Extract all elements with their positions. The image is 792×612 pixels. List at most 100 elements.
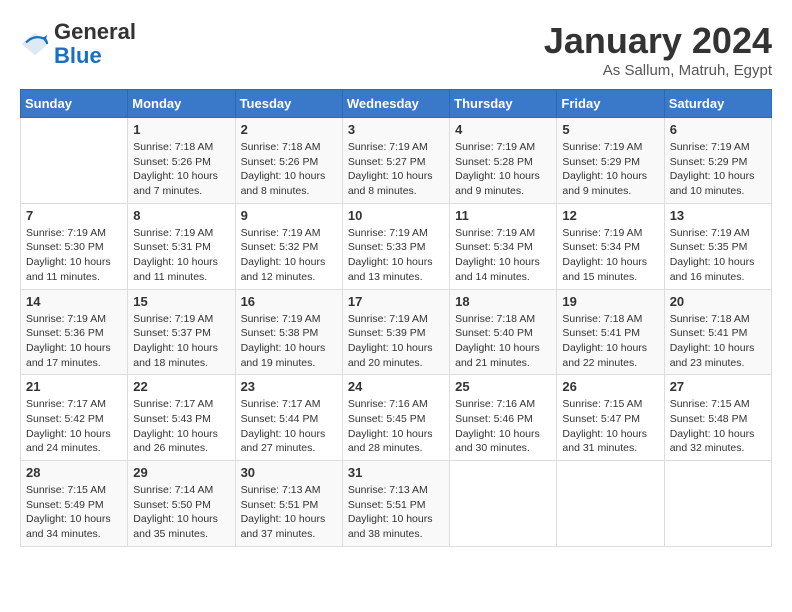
day-number: 6	[670, 122, 766, 137]
calendar-cell: 21 Sunrise: 7:17 AMSunset: 5:42 PMDayligh…	[21, 375, 128, 461]
calendar-cell: 19 Sunrise: 7:18 AMSunset: 5:41 PMDayligh…	[557, 289, 664, 375]
day-info: Sunrise: 7:19 AMSunset: 5:36 PMDaylight:…	[26, 312, 122, 371]
day-info: Sunrise: 7:19 AMSunset: 5:33 PMDaylight:…	[348, 226, 444, 285]
day-info: Sunrise: 7:19 AMSunset: 5:27 PMDaylight:…	[348, 140, 444, 199]
calendar-cell: 31Sunrise: 7:13 AMSunset: 5:51 PMDayligh…	[342, 461, 449, 547]
calendar-cell: 20Sunrise: 7:18 AMSunset: 5:41 PMDayligh…	[664, 289, 771, 375]
day-info: Sunrise: 7:17 AMSunset: 5:42 PMDaylight:…	[26, 397, 122, 456]
day-number: 7	[26, 208, 122, 223]
day-header-monday: Monday	[128, 90, 235, 118]
day-number: 26	[562, 379, 658, 394]
day-info: Sunrise: 7:19 AMSunset: 5:35 PMDaylight:…	[670, 226, 766, 285]
day-info: Sunrise: 7:18 AMSunset: 5:26 PMDaylight:…	[241, 140, 337, 199]
calendar-cell: 23 Sunrise: 7:17 AMSunset: 5:44 PMDayligh…	[235, 375, 342, 461]
day-info: Sunrise: 7:16 AMSunset: 5:46 PMDaylight:…	[455, 397, 551, 456]
day-number: 5	[562, 122, 658, 137]
day-header-wednesday: Wednesday	[342, 90, 449, 118]
title-block: January 2024 As Sallum, Matruh, Egypt	[544, 20, 772, 79]
calendar-cell: 4 Sunrise: 7:19 AMSunset: 5:28 PMDaylight…	[450, 118, 557, 204]
day-number: 15	[133, 294, 229, 309]
day-info: Sunrise: 7:15 AMSunset: 5:47 PMDaylight:…	[562, 397, 658, 456]
day-number: 13	[670, 208, 766, 223]
calendar-cell: 22 Sunrise: 7:17 AMSunset: 5:43 PMDayligh…	[128, 375, 235, 461]
day-number: 16	[241, 294, 337, 309]
calendar-cell: 1 Sunrise: 7:18 AMSunset: 5:26 PMDaylight…	[128, 118, 235, 204]
day-number: 14	[26, 294, 122, 309]
day-info: Sunrise: 7:19 AMSunset: 5:29 PMDaylight:…	[562, 140, 658, 199]
day-number: 17	[348, 294, 444, 309]
day-number: 1	[133, 122, 229, 137]
calendar-cell: 14 Sunrise: 7:19 AMSunset: 5:36 PMDayligh…	[21, 289, 128, 375]
calendar-cell	[557, 461, 664, 547]
day-info: Sunrise: 7:17 AMSunset: 5:44 PMDaylight:…	[241, 397, 337, 456]
month-title: January 2024	[544, 20, 772, 62]
calendar-cell: 11 Sunrise: 7:19 AMSunset: 5:34 PMDayligh…	[450, 203, 557, 289]
day-header-sunday: Sunday	[21, 90, 128, 118]
day-number: 20	[670, 294, 766, 309]
day-number: 23	[241, 379, 337, 394]
day-info: Sunrise: 7:19 AMSunset: 5:32 PMDaylight:…	[241, 226, 337, 285]
calendar-cell: 2 Sunrise: 7:18 AMSunset: 5:26 PMDaylight…	[235, 118, 342, 204]
calendar-cell: 3 Sunrise: 7:19 AMSunset: 5:27 PMDaylight…	[342, 118, 449, 204]
day-info: Sunrise: 7:19 AMSunset: 5:39 PMDaylight:…	[348, 312, 444, 371]
calendar-cell: 9 Sunrise: 7:19 AMSunset: 5:32 PMDaylight…	[235, 203, 342, 289]
day-header-friday: Friday	[557, 90, 664, 118]
day-number: 19	[562, 294, 658, 309]
day-info: Sunrise: 7:19 AMSunset: 5:28 PMDaylight:…	[455, 140, 551, 199]
day-number: 8	[133, 208, 229, 223]
calendar-cell: 25Sunrise: 7:16 AMSunset: 5:46 PMDayligh…	[450, 375, 557, 461]
day-number: 27	[670, 379, 766, 394]
calendar-cell: 6 Sunrise: 7:19 AMSunset: 5:29 PMDaylight…	[664, 118, 771, 204]
calendar-cell: 18Sunrise: 7:18 AMSunset: 5:40 PMDayligh…	[450, 289, 557, 375]
calendar-cell: 15 Sunrise: 7:19 AMSunset: 5:37 PMDayligh…	[128, 289, 235, 375]
day-number: 11	[455, 208, 551, 223]
calendar-cell: 29Sunrise: 7:14 AMSunset: 5:50 PMDayligh…	[128, 461, 235, 547]
calendar-week-row: 7 Sunrise: 7:19 AMSunset: 5:30 PMDaylight…	[21, 203, 772, 289]
calendar-cell: 10 Sunrise: 7:19 AMSunset: 5:33 PMDayligh…	[342, 203, 449, 289]
day-info: Sunrise: 7:18 AMSunset: 5:26 PMDaylight:…	[133, 140, 229, 199]
day-number: 31	[348, 465, 444, 480]
calendar-cell	[21, 118, 128, 204]
logo-icon	[20, 29, 50, 59]
day-number: 29	[133, 465, 229, 480]
day-number: 3	[348, 122, 444, 137]
calendar-header-row: SundayMondayTuesdayWednesdayThursdayFrid…	[21, 90, 772, 118]
calendar-table: SundayMondayTuesdayWednesdayThursdayFrid…	[20, 89, 772, 547]
day-info: Sunrise: 7:19 AMSunset: 5:31 PMDaylight:…	[133, 226, 229, 285]
day-header-saturday: Saturday	[664, 90, 771, 118]
day-info: Sunrise: 7:19 AMSunset: 5:38 PMDaylight:…	[241, 312, 337, 371]
day-info: Sunrise: 7:19 AMSunset: 5:29 PMDaylight:…	[670, 140, 766, 199]
day-number: 21	[26, 379, 122, 394]
day-info: Sunrise: 7:13 AMSunset: 5:51 PMDaylight:…	[241, 483, 337, 542]
calendar-cell: 27 Sunrise: 7:15 AMSunset: 5:48 PMDayligh…	[664, 375, 771, 461]
calendar-cell: 5 Sunrise: 7:19 AMSunset: 5:29 PMDaylight…	[557, 118, 664, 204]
calendar-cell	[450, 461, 557, 547]
day-number: 22	[133, 379, 229, 394]
day-info: Sunrise: 7:19 AMSunset: 5:37 PMDaylight:…	[133, 312, 229, 371]
calendar-cell: 30Sunrise: 7:13 AMSunset: 5:51 PMDayligh…	[235, 461, 342, 547]
day-number: 2	[241, 122, 337, 137]
calendar-week-row: 28Sunrise: 7:15 AMSunset: 5:49 PMDayligh…	[21, 461, 772, 547]
day-info: Sunrise: 7:16 AMSunset: 5:45 PMDaylight:…	[348, 397, 444, 456]
calendar-week-row: 14 Sunrise: 7:19 AMSunset: 5:36 PMDayligh…	[21, 289, 772, 375]
calendar-cell	[664, 461, 771, 547]
day-info: Sunrise: 7:19 AMSunset: 5:34 PMDaylight:…	[455, 226, 551, 285]
calendar-cell: 13 Sunrise: 7:19 AMSunset: 5:35 PMDayligh…	[664, 203, 771, 289]
calendar-cell: 28Sunrise: 7:15 AMSunset: 5:49 PMDayligh…	[21, 461, 128, 547]
day-info: Sunrise: 7:15 AMSunset: 5:48 PMDaylight:…	[670, 397, 766, 456]
calendar-cell: 17 Sunrise: 7:19 AMSunset: 5:39 PMDayligh…	[342, 289, 449, 375]
day-info: Sunrise: 7:17 AMSunset: 5:43 PMDaylight:…	[133, 397, 229, 456]
day-number: 4	[455, 122, 551, 137]
day-number: 10	[348, 208, 444, 223]
day-header-tuesday: Tuesday	[235, 90, 342, 118]
calendar-cell: 26 Sunrise: 7:15 AMSunset: 5:47 PMDayligh…	[557, 375, 664, 461]
day-info: Sunrise: 7:18 AMSunset: 5:41 PMDaylight:…	[562, 312, 658, 371]
calendar-cell: 12Sunrise: 7:19 AMSunset: 5:34 PMDayligh…	[557, 203, 664, 289]
day-info: Sunrise: 7:19 AMSunset: 5:30 PMDaylight:…	[26, 226, 122, 285]
page-header: General Blue January 2024 As Sallum, Mat…	[20, 20, 772, 79]
day-info: Sunrise: 7:15 AMSunset: 5:49 PMDaylight:…	[26, 483, 122, 542]
day-info: Sunrise: 7:18 AMSunset: 5:40 PMDaylight:…	[455, 312, 551, 371]
calendar-cell: 16 Sunrise: 7:19 AMSunset: 5:38 PMDayligh…	[235, 289, 342, 375]
day-info: Sunrise: 7:19 AMSunset: 5:34 PMDaylight:…	[562, 226, 658, 285]
day-number: 9	[241, 208, 337, 223]
